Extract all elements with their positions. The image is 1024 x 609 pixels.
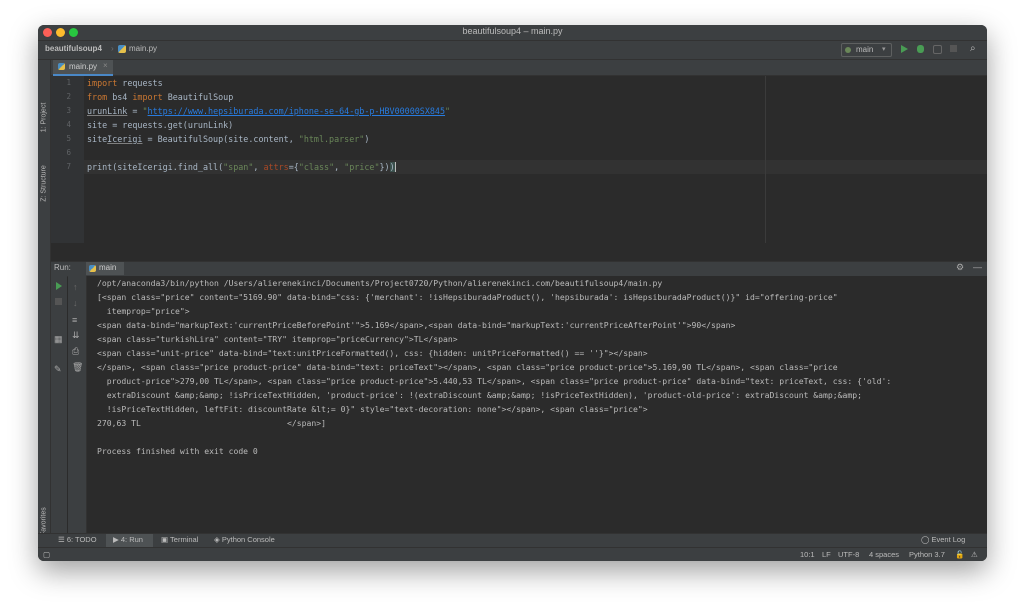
url-link[interactable]: https://www.hepsiburada.com/iphone-se-64… bbox=[148, 106, 446, 116]
hide-panel-icon[interactable]: — bbox=[973, 262, 982, 272]
console-line: !isPriceTextHidden, leftFit: discountRat… bbox=[97, 404, 648, 414]
console-line: Process finished with exit code 0 bbox=[97, 446, 258, 456]
stop-process-button[interactable] bbox=[55, 298, 62, 305]
code-line: site = requests.get(urunLink) bbox=[87, 120, 234, 130]
ide-window: beautifulsoup4 – main.py beautifulsoup4 … bbox=[38, 25, 987, 561]
tool-window-tabs: ☰ 6: TODO ▶ 4: Run ▣ Terminal ◈ Python C… bbox=[38, 533, 987, 548]
run-tab-main[interactable]: main bbox=[86, 262, 124, 275]
console-line: <span class="unit-price" data-bind="text… bbox=[97, 348, 648, 358]
arrow-up-icon[interactable]: ↑ bbox=[73, 282, 78, 292]
coverage-button[interactable] bbox=[933, 45, 942, 54]
navigation-bar: beautifulsoup4 › main.py main ▾ ⌕ bbox=[38, 41, 987, 60]
code-line: urunLink = "https://www.hepsiburada.com/… bbox=[87, 106, 451, 116]
console-line: 270,63 TL </span>] bbox=[97, 418, 327, 428]
lock-icon[interactable]: 🔓 bbox=[955, 550, 964, 559]
run-configuration-selector[interactable]: main ▾ bbox=[841, 43, 892, 57]
caret-position[interactable]: 10:1 bbox=[800, 550, 815, 559]
console-line: <span data-bind="markupText:'currentPric… bbox=[97, 320, 736, 330]
python-file-icon bbox=[58, 63, 65, 70]
layout-icon[interactable]: ▦ bbox=[54, 334, 63, 345]
project-tool-tab[interactable]: 1: Project bbox=[41, 92, 48, 144]
indent-setting[interactable]: 4 spaces bbox=[869, 550, 899, 559]
status-bar: ▢ 10:1 LF UTF-8 4 spaces Python 3.7 🔓 ⚠ bbox=[38, 547, 987, 561]
terminal-tab[interactable]: ▣ Terminal bbox=[161, 535, 198, 544]
editor-tab-main-py[interactable]: main.py × bbox=[53, 60, 113, 76]
run-console-output[interactable]: /opt/anaconda3/bin/python /Users/alieren… bbox=[87, 276, 987, 533]
python-file-icon bbox=[89, 265, 96, 272]
code-editor[interactable]: import requests from bs4 import Beautifu… bbox=[84, 76, 987, 243]
title-bar: beautifulsoup4 – main.py bbox=[38, 25, 987, 41]
python-interpreter[interactable]: Python 3.7 bbox=[909, 550, 945, 559]
stop-button[interactable] bbox=[950, 45, 957, 52]
editor-tab-bar: main.py × bbox=[51, 60, 987, 76]
gear-icon[interactable]: ⚙ bbox=[956, 262, 964, 273]
run-button[interactable] bbox=[901, 45, 908, 53]
run-panel-title: Run: bbox=[54, 263, 71, 272]
close-icon[interactable]: × bbox=[103, 61, 108, 70]
left-tool-strip: 1: Project Z: Structure 2: Favorites bbox=[38, 60, 51, 544]
file-encoding[interactable]: UTF-8 bbox=[838, 550, 859, 559]
code-line: from bs4 import BeautifulSoup bbox=[87, 92, 234, 102]
console-line: <span class="turkishLira" content="TRY" … bbox=[97, 334, 458, 344]
event-log-tab[interactable]: ◯ Event Log bbox=[921, 535, 965, 544]
debug-button[interactable] bbox=[917, 45, 924, 53]
line-number: 1 bbox=[66, 78, 71, 87]
breadcrumb-project[interactable]: beautifulsoup4 bbox=[45, 44, 102, 53]
breadcrumb-separator: › bbox=[111, 44, 114, 53]
window-title: beautifulsoup4 – main.py bbox=[462, 26, 563, 36]
console-line: /opt/anaconda3/bin/python /Users/alieren… bbox=[97, 278, 663, 288]
python-file-icon bbox=[118, 45, 126, 53]
toggle-tool-windows-icon[interactable]: ▢ bbox=[43, 550, 50, 559]
right-margin-guide bbox=[765, 76, 766, 243]
line-number: 7 bbox=[66, 162, 71, 171]
line-number: 6 bbox=[66, 148, 71, 157]
print-icon[interactable]: ⎙ bbox=[72, 346, 79, 357]
code-line: print(siteIcerigi.find_all("span", attrs… bbox=[87, 162, 396, 172]
line-ending[interactable]: LF bbox=[822, 550, 831, 559]
notifications-icon[interactable]: ⚠ bbox=[971, 550, 978, 559]
trash-icon[interactable]: 🗑 bbox=[72, 362, 83, 373]
structure-tool-tab[interactable]: Z: Structure bbox=[41, 158, 48, 210]
editor-tab-label: main.py bbox=[69, 62, 98, 71]
rerun-button[interactable] bbox=[56, 282, 62, 290]
run-panel-header: Run: main ⚙ — bbox=[51, 261, 987, 277]
python-config-icon bbox=[845, 47, 851, 53]
line-number: 3 bbox=[66, 106, 71, 115]
console-line: itemprop="price"> bbox=[97, 306, 190, 316]
run-tab-label: main bbox=[99, 263, 117, 272]
line-number-gutter: 1 2 3 4 5 6 7 bbox=[51, 76, 84, 243]
console-line: product-price">279,00 TL</span>, <span c… bbox=[97, 376, 892, 386]
scroll-to-end-icon[interactable]: ⇊ bbox=[72, 330, 80, 341]
console-line: </span>, <span class="price product-pric… bbox=[97, 362, 838, 372]
run-toolbar: ▦ ✎ bbox=[51, 276, 67, 533]
search-icon[interactable]: ⌕ bbox=[970, 43, 976, 54]
line-number: 4 bbox=[66, 120, 71, 129]
pin-icon[interactable]: ✎ bbox=[54, 364, 62, 375]
run-configuration-label: main bbox=[856, 45, 874, 54]
console-toolbar: ↑ ↓ ≡ ⇊ ⎙ 🗑 bbox=[68, 276, 87, 533]
chevron-down-icon: ▾ bbox=[882, 46, 886, 53]
code-line: siteIcerigi = BeautifulSoup(site.content… bbox=[87, 134, 370, 144]
text-caret: ) bbox=[389, 162, 396, 172]
line-number: 5 bbox=[66, 134, 71, 143]
breadcrumb-file[interactable]: main.py bbox=[129, 44, 157, 53]
line-number: 2 bbox=[66, 92, 71, 101]
console-line: [<span class="price" content="5169.90" d… bbox=[97, 292, 838, 302]
python-console-tab[interactable]: ◈ Python Console bbox=[214, 535, 275, 544]
console-line: extraDiscount &amp;&amp; !isPriceTextHid… bbox=[97, 390, 863, 400]
code-line: import requests bbox=[87, 78, 163, 88]
soft-wrap-icon[interactable]: ≡ bbox=[72, 315, 77, 325]
run-tool-tab[interactable]: ▶ 4: Run bbox=[113, 535, 143, 544]
todo-tab[interactable]: ☰ 6: TODO bbox=[58, 535, 97, 544]
arrow-down-icon[interactable]: ↓ bbox=[73, 298, 78, 308]
